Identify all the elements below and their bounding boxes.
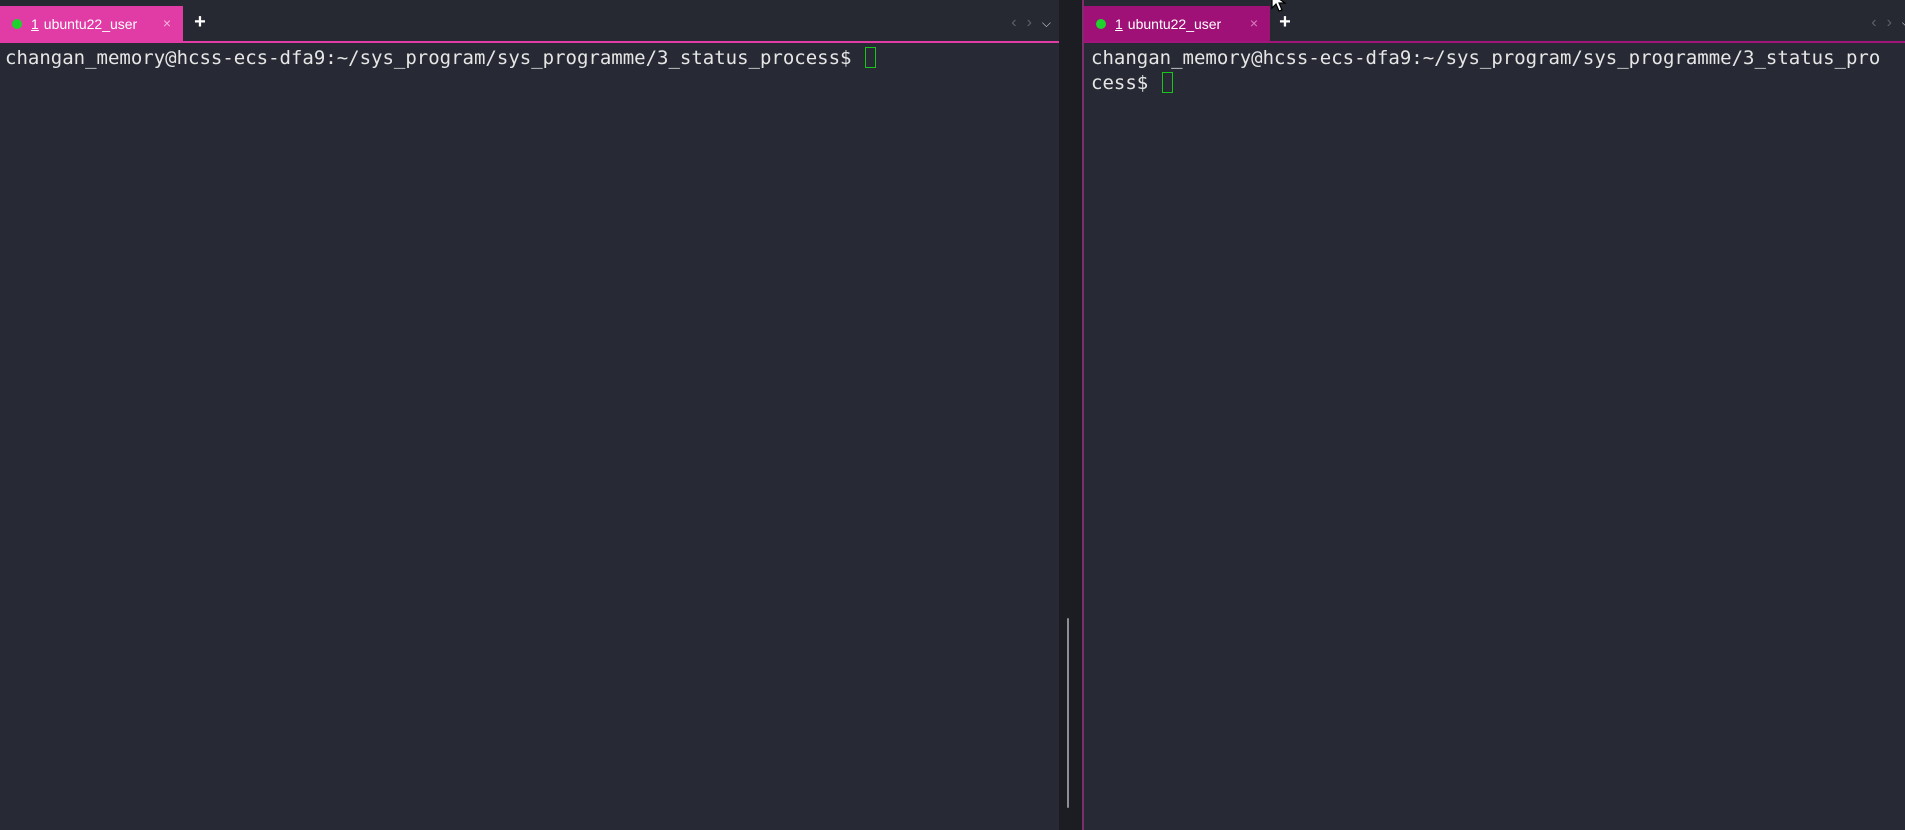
- chevron-left-icon[interactable]: ‹: [1011, 14, 1016, 32]
- right-tab-bar: 1 ubuntu22_user × + ‹ › ⌵: [1084, 0, 1905, 43]
- tab-index: 1: [31, 15, 39, 32]
- connected-status-icon: [12, 18, 22, 29]
- chevron-right-icon[interactable]: ›: [1027, 14, 1032, 32]
- chevron-down-icon[interactable]: ⌵: [1042, 16, 1051, 31]
- close-icon[interactable]: ×: [1250, 14, 1258, 32]
- tab-label: ubuntu22_user: [43, 15, 138, 32]
- close-icon[interactable]: ×: [163, 14, 171, 32]
- terminal-window: 1 ubuntu22_user × + ‹ › ⌵ changan_memory…: [0, 0, 1905, 830]
- left-terminal-output[interactable]: changan_memory@hcss-ecs-dfa9:~/sys_progr…: [5, 46, 1029, 71]
- chevron-left-icon[interactable]: ‹: [1871, 14, 1876, 32]
- right-session-tab[interactable]: 1 ubuntu22_user ×: [1084, 6, 1270, 41]
- right-tab-nav: ‹ › ⌵: [1871, 12, 1905, 34]
- left-session-tab[interactable]: 1 ubuntu22_user ×: [0, 6, 183, 41]
- mouse-pointer-icon: [1271, 0, 1287, 12]
- right-terminal-output[interactable]: changan_memory@hcss-ecs-dfa9:~/sys_progr…: [1091, 46, 1891, 96]
- pane-divider[interactable]: [1059, 0, 1082, 830]
- shell-prompt: changan_memory@hcss-ecs-dfa9:~/sys_progr…: [5, 47, 863, 69]
- add-tab-button[interactable]: +: [189, 12, 211, 34]
- connected-status-icon: [1096, 18, 1106, 29]
- left-tab-bar: 1 ubuntu22_user × + ‹ › ⌵: [0, 0, 1059, 43]
- tab-index: 1: [1115, 15, 1123, 32]
- terminal-cursor: [1161, 72, 1173, 93]
- chevron-right-icon[interactable]: ›: [1887, 14, 1892, 32]
- left-scrollbar-thumb[interactable]: [1067, 618, 1069, 808]
- left-terminal-pane[interactable]: 1 ubuntu22_user × + ‹ › ⌵ changan_memory…: [0, 0, 1059, 830]
- shell-prompt: changan_memory@hcss-ecs-dfa9:~/sys_progr…: [1091, 47, 1881, 94]
- left-tab-nav: ‹ › ⌵: [1011, 12, 1051, 34]
- tab-label: ubuntu22_user: [1127, 15, 1222, 32]
- right-terminal-pane[interactable]: 1 ubuntu22_user × + ‹ › ⌵ changan_memory…: [1082, 0, 1905, 830]
- terminal-cursor: [864, 47, 876, 68]
